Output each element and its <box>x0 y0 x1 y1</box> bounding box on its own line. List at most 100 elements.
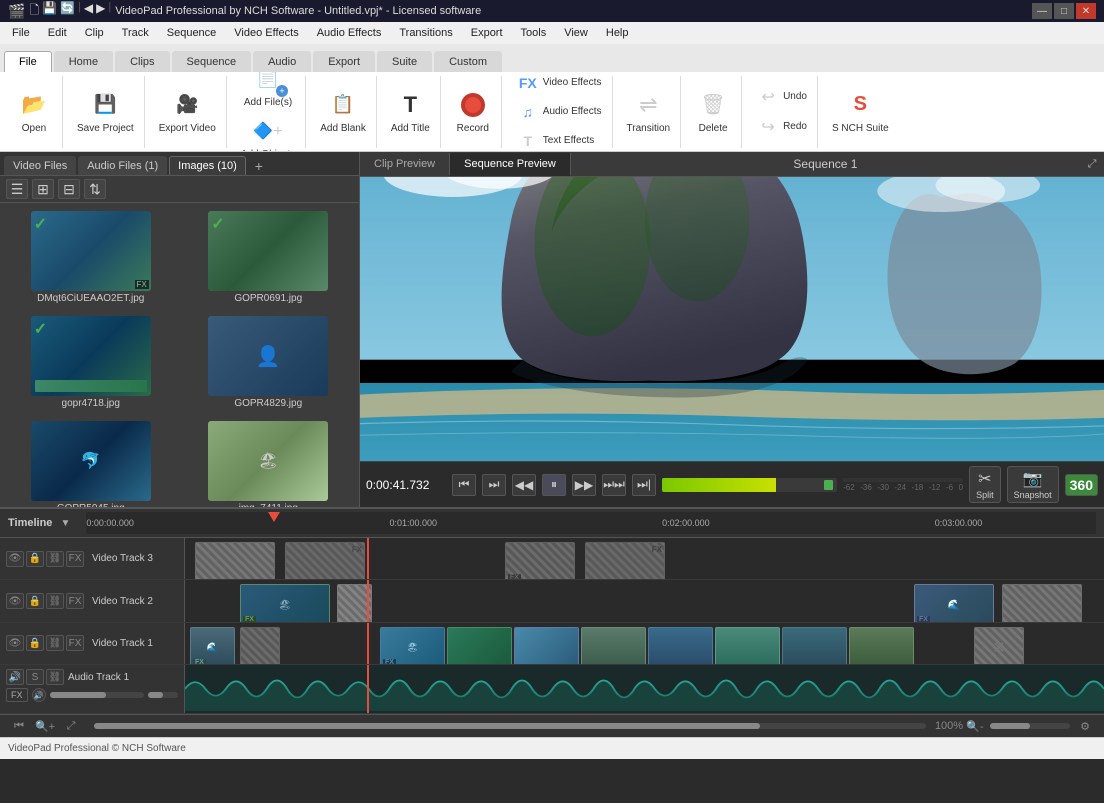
track2-effect-button[interactable]: FX <box>66 593 84 609</box>
track-lock-button[interactable]: 🔒 <box>26 551 44 567</box>
snapshot-button[interactable]: 📷 Snapshot <box>1007 466 1059 503</box>
clip-block[interactable] <box>581 627 646 664</box>
record-button[interactable]: Record <box>451 87 495 137</box>
minimize-button[interactable]: — <box>1032 3 1052 19</box>
tab-home[interactable]: Home <box>54 51 113 72</box>
menu-help[interactable]: Help <box>598 25 637 41</box>
list-item[interactable]: ✓ FX DMqt6CiUEAAO2ET.jpg <box>4 207 178 308</box>
video-track-1-content[interactable]: 🌊 FX 🏖 FX ✕ <box>185 623 1104 664</box>
audio-fx-button[interactable]: FX <box>6 688 28 702</box>
timeline-zoom-slider[interactable] <box>990 723 1070 729</box>
add-blank-button[interactable]: 📋 Add Blank <box>316 87 370 137</box>
track2-lock-button[interactable]: 🔒 <box>26 593 44 609</box>
menu-tools[interactable]: Tools <box>513 25 555 41</box>
track1-lock-button[interactable]: 🔒 <box>26 635 44 651</box>
track1-mute-button[interactable]: 👁 <box>6 635 24 651</box>
clip-block[interactable]: 🏖 FX <box>380 627 445 664</box>
close-button[interactable]: ✕ <box>1076 3 1096 19</box>
media-grid-view-button[interactable]: ⊞ <box>32 179 54 199</box>
export-video-button[interactable]: 🎥 Export Video <box>155 87 220 137</box>
clip-block[interactable] <box>240 627 280 664</box>
video-track-3-content[interactable]: FX FX FX <box>185 538 1104 579</box>
audio-track-1-content[interactable] <box>185 665 1104 713</box>
go-prev-button[interactable]: ⏭ <box>482 474 506 496</box>
expand-preview-button[interactable]: ⤢ <box>1080 152 1104 176</box>
go-next-button[interactable]: ⏭⏭ <box>602 474 626 496</box>
list-item[interactable]: 🏖 img_7411.jpg <box>182 417 356 507</box>
clip-block[interactable] <box>849 627 914 664</box>
tab-audio[interactable]: Audio <box>253 51 311 72</box>
timeline-zoom-fit-button[interactable]: ⤢ <box>60 716 82 736</box>
timeline-zoom-level-button[interactable]: 100% <box>938 716 960 736</box>
track-effect-button[interactable]: FX <box>66 551 84 567</box>
sequence-preview-tab[interactable]: Sequence Preview <box>450 153 571 176</box>
vr360-button[interactable]: 360 <box>1065 474 1098 496</box>
progress-bar[interactable] <box>662 478 837 492</box>
split-button[interactable]: ✂ Split <box>969 466 1001 503</box>
redo-button[interactable]: ↪ Redo <box>752 113 811 141</box>
timeline-settings-button[interactable]: ⚙ <box>1074 716 1096 736</box>
audio-mute-button[interactable]: 🔊 <box>6 669 24 685</box>
menu-track[interactable]: Track <box>114 25 157 41</box>
timeline-dropdown-button[interactable]: ▼ <box>60 518 70 529</box>
menu-file[interactable]: File <box>4 25 38 41</box>
video-effects-button[interactable]: FX Video Effects <box>512 72 606 97</box>
new-icon[interactable]: 🗋 <box>29 1 39 22</box>
delete-button[interactable]: 🗑 Delete <box>691 87 735 137</box>
list-item[interactable]: ✓ GOPR0691.jpg <box>182 207 356 308</box>
tab-suite[interactable]: Suite <box>377 51 432 72</box>
video-track-2-content[interactable]: 🏖 FX 🌊 FX <box>185 580 1104 621</box>
transition-button[interactable]: ⇌ Transition <box>623 87 675 137</box>
open-button[interactable]: 📂 Open <box>12 87 56 137</box>
timeline-zoom-in-button[interactable]: 🔍+ <box>34 716 56 736</box>
list-item[interactable]: 🐬 GOPR5045.jpg <box>4 417 178 507</box>
clip-block[interactable]: FX <box>585 542 665 579</box>
step-back-button[interactable]: ◀◀ <box>512 474 536 496</box>
menu-transitions[interactable]: Transitions <box>391 25 460 41</box>
media-sort-button[interactable]: ⇅ <box>84 179 106 199</box>
tab-video-files[interactable]: Video Files <box>4 156 76 175</box>
clip-block[interactable] <box>1002 584 1082 621</box>
add-files-button[interactable]: 📄 + Add File(s) <box>240 72 296 111</box>
back-icon[interactable]: ◀ <box>84 1 93 22</box>
forward-icon[interactable]: ▶ <box>96 1 105 22</box>
clip-block[interactable] <box>782 627 847 664</box>
clip-block[interactable]: ✕ <box>974 627 1024 664</box>
clip-preview-tab[interactable]: Clip Preview <box>360 153 450 175</box>
tab-export[interactable]: Export <box>313 51 375 72</box>
maximize-button[interactable]: □ <box>1054 3 1074 19</box>
track-link-button[interactable]: ⛓ <box>46 551 64 567</box>
pan-slider[interactable] <box>148 692 178 698</box>
go-start-button[interactable]: ⏮ <box>452 474 476 496</box>
clip-block[interactable] <box>447 627 512 664</box>
clip-block[interactable] <box>648 627 713 664</box>
track-mute-button[interactable]: 👁 <box>6 551 24 567</box>
clip-block[interactable]: 🌊 FX <box>190 627 235 664</box>
menu-sequence[interactable]: Sequence <box>159 25 225 41</box>
nch-suite-button[interactable]: S S NCH Suite <box>828 87 893 137</box>
add-title-button[interactable]: T Add Title <box>387 87 434 137</box>
pause-button[interactable]: ⏸ <box>542 474 566 496</box>
tab-images[interactable]: Images (10) <box>169 156 246 175</box>
audio-effects-button[interactable]: ♫ Audio Effects <box>512 98 606 126</box>
tab-sequence[interactable]: Sequence <box>172 51 252 72</box>
menu-audio-effects[interactable]: Audio Effects <box>309 25 390 41</box>
tab-clips[interactable]: Clips <box>115 51 169 72</box>
list-item[interactable]: 👤 GOPR4829.jpg <box>182 312 356 413</box>
media-list-view-button[interactable]: ☰ <box>6 179 28 199</box>
menu-export[interactable]: Export <box>463 25 511 41</box>
menu-video-effects[interactable]: Video Effects <box>226 25 306 41</box>
timeline-scroll-slider[interactable] <box>94 723 926 729</box>
clip-block[interactable]: FX <box>285 542 365 579</box>
clip-block[interactable] <box>195 542 275 579</box>
add-media-tab-button[interactable]: + <box>250 157 268 175</box>
add-objects-button[interactable]: 🔷+ Add Objects <box>237 113 299 153</box>
audio-link-button[interactable]: ⛓ <box>46 669 64 685</box>
menu-edit[interactable]: Edit <box>40 25 75 41</box>
tab-custom[interactable]: Custom <box>434 51 502 72</box>
menu-view[interactable]: View <box>556 25 596 41</box>
track1-effect-button[interactable]: FX <box>66 635 84 651</box>
tab-audio-files[interactable]: Audio Files (1) <box>78 156 167 175</box>
clip-block[interactable]: 🌊 FX <box>914 584 994 621</box>
clip-block[interactable] <box>514 627 579 664</box>
